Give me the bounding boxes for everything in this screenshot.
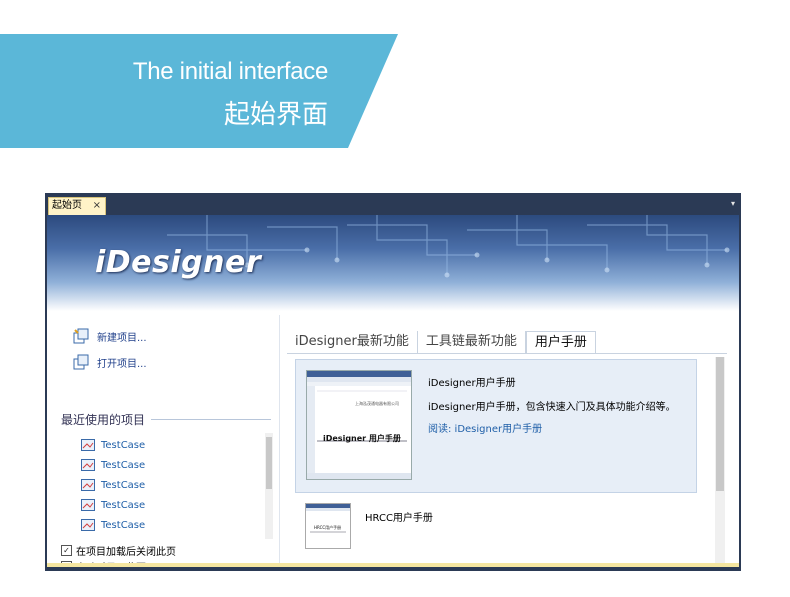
recent-projects-title: 最近使用的项目 [61,413,146,427]
recent-project-item[interactable]: TestCase [81,519,145,531]
thumb-caption: iDesigner 用户手册 [323,434,401,443]
tab-toolchain-news[interactable]: 工具链最新功能 [418,331,526,353]
manual-description: iDesigner用户手册，包含快速入门及具体功能介绍等。 [428,402,676,413]
manual-thumbnail: 上海泓茂通电器有限公司 iDesigner 用户手册 [306,370,412,480]
recent-projects-heading: 最近使用的项目 [61,411,271,428]
chevron-down-icon[interactable]: ▾ [731,199,735,208]
recent-project-item[interactable]: TestCase [81,479,145,491]
bottom-border [47,563,739,567]
new-project-link[interactable]: 新建项目... [73,327,147,345]
recent-project-item[interactable]: TestCase [81,439,145,451]
manual-title: iDesigner用户手册 [428,378,516,389]
recent-project-name: TestCase [101,439,146,451]
project-file-icon [81,439,95,451]
start-page: iDesigner 新建项目... 打开项目... 最近使用的项目 TestCa… [47,215,739,567]
content-scrollbar[interactable] [715,357,725,567]
start-page-tab[interactable]: 起始页 × [48,197,106,215]
checkbox-box[interactable]: ✓ [61,545,72,556]
recent-project-name: TestCase [101,519,146,531]
content-tabs: iDesigner最新功能 工具链最新功能 用户手册 [287,331,596,353]
project-file-icon [81,459,95,471]
open-project-icon [73,354,89,370]
recent-list-scrollbar[interactable] [265,433,273,539]
idesigner-logo: iDesigner [95,245,262,280]
document-tab-strip: 起始页 × ▾ [45,193,741,215]
project-file-icon [81,499,95,511]
recent-project-name: TestCase [101,479,146,491]
read-manual-link[interactable]: 阅读: iDesigner用户手册 [428,420,542,435]
scrollbar-thumb[interactable] [716,357,724,491]
left-panel: 新建项目... 打开项目... 最近使用的项目 TestCase TestCas… [47,315,277,567]
banner-title-en: The initial interface [132,58,328,85]
recent-project-item[interactable]: TestCase [81,499,145,511]
close-icon[interactable]: × [93,198,101,214]
close-after-load-checkbox[interactable]: ✓ 在项目加载后关闭此页 [61,543,176,558]
tab-user-manual[interactable]: 用户手册 [525,331,596,353]
start-page-tab-label: 起始页 [52,200,82,211]
hrcc-manual-title[interactable]: HRCC用户手册 [365,509,433,524]
project-file-icon [81,479,95,491]
new-project-label: 新建项目... [97,332,147,344]
new-project-icon [73,328,89,344]
manual-card-idesigner[interactable]: 上海泓茂通电器有限公司 iDesigner 用户手册 iDesigner用户手册… [295,359,697,493]
hero-header: iDesigner [47,215,739,311]
ide-window: 起始页 × ▾ iDesigner 新建项目... 打开项目... 最近使用的项… [45,193,741,571]
banner-shape [0,34,398,148]
open-project-label: 打开项目... [97,358,147,370]
heading-rule [151,419,271,420]
recent-project-name: TestCase [101,459,146,471]
open-project-link[interactable]: 打开项目... [73,353,147,371]
hrcc-manual-thumbnail[interactable]: HRCC用户手册 [305,503,351,549]
manual-thumbnail-art [307,371,411,479]
tabs-underline [287,353,727,354]
scrollbar-thumb[interactable] [266,437,272,489]
header-banner: The initial interface 起始界面 [0,34,400,148]
project-file-icon [81,519,95,531]
tab-idesigner-news[interactable]: iDesigner最新功能 [287,331,418,353]
hrcc-thumb-caption: HRCC用户手册 [314,525,342,530]
panel-divider [279,315,280,563]
recent-project-item[interactable]: TestCase [81,459,145,471]
recent-project-name: TestCase [101,499,146,511]
banner-title-cn: 起始界面 [223,100,328,130]
thumb-header-text: 上海泓茂通电器有限公司 [355,401,399,406]
checkbox-label: 在项目加载后关闭此页 [76,547,176,558]
